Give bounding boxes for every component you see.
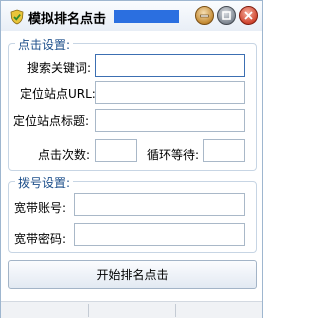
- locate-title-field[interactable]: [95, 109, 245, 132]
- broadband-account-input[interactable]: [75, 194, 244, 215]
- shield-check-icon: [9, 9, 25, 25]
- broadband-account-label: 宽带账号:: [14, 201, 67, 215]
- status-divider: [175, 304, 176, 317]
- window-title: 模拟排名点击: [28, 12, 107, 27]
- click-settings-legend: 点击设置:: [15, 36, 74, 53]
- loop-wait-input[interactable]: [204, 140, 244, 161]
- app-window: 模拟排名点击 点击设置: 搜索关键词: 定位站点URL: 定位站点标题: 点击次…: [0, 0, 263, 318]
- loop-wait-label: 循环等待:: [147, 148, 200, 162]
- start-ranking-click-button[interactable]: 开始排名点击: [8, 260, 257, 289]
- loop-wait-field[interactable]: [203, 139, 245, 162]
- locate-url-input[interactable]: [96, 82, 244, 103]
- broadband-account-field[interactable]: [74, 193, 245, 216]
- title-bar[interactable]: 模拟排名点击: [1, 1, 262, 31]
- search-keyword-field[interactable]: [95, 54, 245, 77]
- close-icon: [244, 11, 253, 20]
- broadband-password-field[interactable]: [74, 223, 245, 246]
- close-button[interactable]: [239, 6, 258, 25]
- maximize-button[interactable]: [217, 6, 236, 25]
- search-keyword-input[interactable]: [96, 55, 244, 76]
- locate-url-field[interactable]: [95, 81, 245, 104]
- minimize-icon: [200, 14, 209, 18]
- title-redaction: [114, 10, 179, 23]
- status-bar: [1, 301, 262, 318]
- maximize-icon: [222, 11, 231, 20]
- locate-title-input[interactable]: [96, 110, 244, 131]
- click-count-field[interactable]: [95, 139, 137, 162]
- minimize-button[interactable]: [195, 6, 214, 25]
- broadband-password-input[interactable]: [75, 224, 244, 245]
- search-keyword-label: 搜索关键词:: [27, 61, 92, 75]
- dial-settings-legend: 拨号设置:: [15, 174, 74, 191]
- click-count-input[interactable]: [96, 140, 136, 161]
- status-divider: [88, 304, 89, 317]
- locate-url-label: 定位站点URL:: [20, 87, 96, 101]
- locate-title-label: 定位站点标题:: [13, 114, 90, 128]
- broadband-password-label: 宽带密码:: [14, 232, 67, 246]
- click-count-label: 点击次数:: [38, 148, 91, 162]
